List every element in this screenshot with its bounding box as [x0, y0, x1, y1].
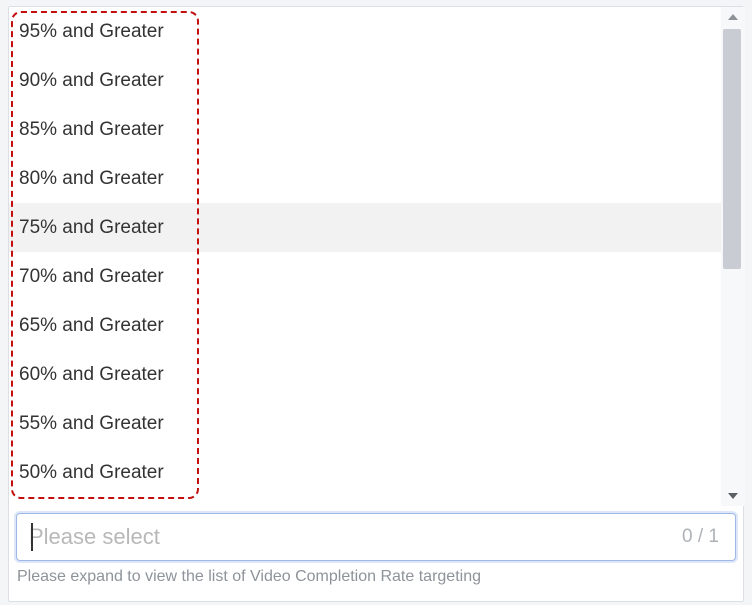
option-85[interactable]: 85% and Greater [9, 105, 721, 154]
dropdown-popup: 95% and Greater 90% and Greater 85% and … [9, 7, 745, 506]
scrollbar-thumb[interactable] [723, 29, 741, 269]
option-70[interactable]: 70% and Greater [9, 252, 721, 301]
option-65[interactable]: 65% and Greater [9, 301, 721, 350]
option-label: 95% and Greater [19, 21, 164, 42]
option-label: 65% and Greater [19, 315, 164, 336]
option-label: 70% and Greater [19, 266, 164, 287]
option-label: 50% and Greater [19, 462, 164, 483]
dropdown-options: 95% and Greater 90% and Greater 85% and … [9, 7, 721, 506]
option-label: 60% and Greater [19, 364, 164, 385]
helper-text: Please expand to view the list of Video … [17, 568, 481, 586]
option-label: 85% and Greater [19, 119, 164, 140]
select-field[interactable]: 0 / 1 [16, 513, 736, 561]
scrollbar[interactable] [721, 7, 745, 506]
chevron-down-icon [727, 492, 739, 500]
option-label: 80% and Greater [19, 168, 164, 189]
select-input[interactable] [17, 514, 682, 560]
option-label: 55% and Greater [19, 413, 164, 434]
option-55[interactable]: 55% and Greater [9, 399, 721, 448]
text-caret [31, 523, 33, 551]
option-label: 75% and Greater [19, 217, 164, 238]
select-panel: 95% and Greater 90% and Greater 85% and … [8, 6, 744, 602]
option-50[interactable]: 50% and Greater [9, 448, 721, 497]
chevron-up-icon [727, 13, 739, 21]
option-60[interactable]: 60% and Greater [9, 350, 721, 399]
option-90[interactable]: 90% and Greater [9, 56, 721, 105]
scroll-up-button[interactable] [721, 7, 745, 27]
option-label: 90% and Greater [19, 70, 164, 91]
scroll-down-button[interactable] [721, 486, 745, 506]
option-75[interactable]: 75% and Greater [9, 203, 721, 252]
selection-counter: 0 / 1 [682, 526, 735, 548]
option-80[interactable]: 80% and Greater [9, 154, 721, 203]
option-95[interactable]: 95% and Greater [9, 7, 721, 56]
